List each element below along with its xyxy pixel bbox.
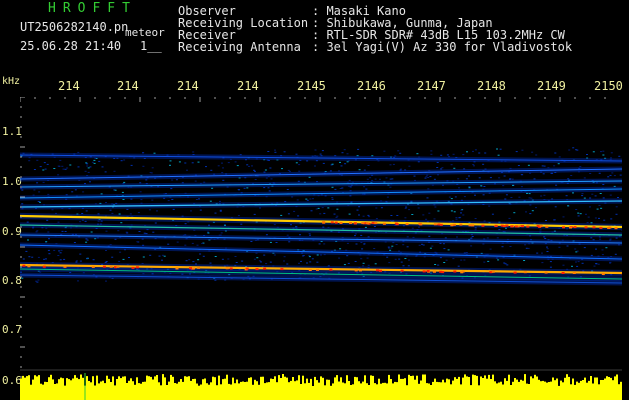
- app-title: HROFFT: [48, 1, 137, 16]
- file-name: UT2506282140.pn: [20, 20, 129, 34]
- spectrogram-traces: [20, 152, 622, 286]
- y-tick-label: 0.9: [2, 225, 22, 238]
- x-tick-label: 214: [58, 79, 80, 93]
- amplitude-meter: [20, 374, 622, 400]
- file-name-suffix: meteor: [125, 26, 165, 39]
- x-tick-label: 2148: [477, 79, 506, 93]
- y-tick-label: 1.1: [2, 125, 22, 138]
- x-tick-label: 2145: [297, 79, 326, 93]
- antenna-label: Receiving Antenna: [178, 40, 301, 54]
- x-tick-label: 214: [237, 79, 259, 93]
- capture-datetime: 25.06.28 21:40: [20, 39, 122, 53]
- x-tick-label: 2150: [594, 79, 623, 93]
- x-tick-label: 2146: [357, 79, 386, 93]
- x-tick-label: 2147: [417, 79, 446, 93]
- y-tick-label: 0.8: [2, 274, 22, 287]
- y-tick-label: 0.7: [2, 323, 22, 336]
- antenna-value: : 3el Yagi(V) Az 330 for Vladivostok: [312, 40, 573, 54]
- y-tick-label: 0.6: [2, 374, 22, 387]
- y-axis-unit: kHz: [2, 76, 21, 87]
- x-tick-label: 2149: [537, 79, 566, 93]
- x-tick-label: 214: [117, 79, 139, 93]
- x-tick-label: 214: [177, 79, 199, 93]
- hrofft-window: HROFFT UT2506282140.pn meteor 25.06.28 2…: [0, 0, 629, 400]
- y-tick-label: 1.0: [2, 175, 22, 188]
- capture-counter: 1__: [140, 39, 162, 53]
- spectrogram-plot: [20, 97, 622, 400]
